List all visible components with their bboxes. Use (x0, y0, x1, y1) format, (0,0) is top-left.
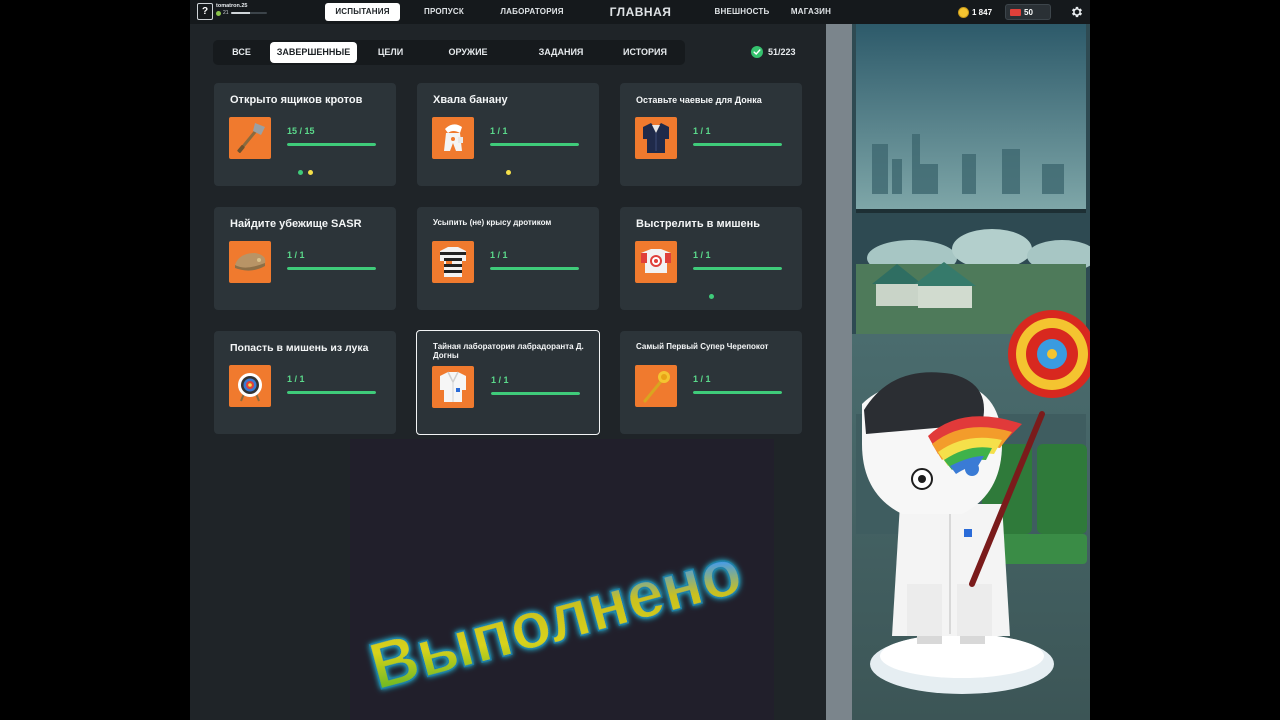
variant-dots (620, 294, 802, 299)
filter-tabs: ВСЕ ЗАВЕРШЕННЫЕ ЦЕЛИ ОРУЖИЕ ЗАДАНИЯ ИСТО… (213, 40, 685, 65)
tab-all[interactable]: ВСЕ (219, 42, 264, 63)
suit-icon (635, 117, 677, 159)
help-button[interactable]: ? (197, 3, 213, 20)
variant-dot[interactable] (297, 170, 303, 175)
challenge-card[interactable]: Усыпить (не) крысу дротиком 1 / 1 (417, 207, 599, 310)
username: tomatron.25 (216, 3, 248, 9)
card-progress-text: 15 / 15 (287, 126, 315, 136)
counter-text: 51/223 (768, 47, 796, 57)
ticket-balance[interactable]: 50 (1005, 4, 1051, 20)
nav-challenges[interactable]: ИСПЫТАНИЯ (325, 3, 400, 21)
card-progress-bar (693, 143, 782, 146)
character-scene-illustration (852, 24, 1090, 720)
nav-lab[interactable]: ЛАБОРАТОРИЯ (492, 3, 572, 21)
tab-tasks[interactable]: ЗАДАНИЯ (521, 42, 601, 63)
xp-bar (230, 12, 267, 14)
card-progress-text: 1 / 1 (490, 250, 508, 260)
card-title: Оставьте чаевые для Донка (636, 95, 762, 105)
variant-dot[interactable] (708, 294, 714, 299)
completed-text: Выполнено (362, 533, 749, 703)
character-preview (852, 24, 1090, 720)
card-progress-bar (287, 391, 376, 394)
variant-dot[interactable] (307, 170, 313, 175)
tab-history[interactable]: ИСТОРИЯ (609, 42, 681, 63)
completed-overlay: Выполнено (350, 439, 774, 720)
card-progress-bar (287, 267, 376, 270)
variant-dots (214, 170, 396, 175)
nav-pass[interactable]: ПРОПУСК (415, 3, 473, 21)
card-title: Выстрелить в мишень (636, 218, 761, 230)
completed-counter: 51/223 (751, 46, 796, 58)
nav-appearance[interactable]: ВНЕШНОСТЬ (708, 3, 776, 21)
tab-weapons[interactable]: ОРУЖИЕ (428, 42, 508, 63)
card-progress-bar (693, 391, 782, 394)
card-title: Попасть в мишень из лука (230, 342, 369, 354)
card-progress-bar (693, 267, 782, 270)
challenge-card-selected[interactable]: Тайная лаборатория лабрадоранта Д. Догны… (416, 330, 600, 435)
level-icon (216, 10, 221, 16)
banana-costume-icon (432, 117, 474, 159)
tab-completed[interactable]: ЗАВЕРШЕННЫЕ (270, 42, 357, 63)
game-screen: ? tomatron.25 21 ИСПЫТАНИЯ ПРОПУСК ЛАБОР… (190, 0, 1090, 720)
variant-dots (417, 170, 599, 175)
gear-icon[interactable] (1070, 5, 1084, 19)
card-progress-text: 1 / 1 (693, 374, 711, 384)
tab-goals[interactable]: ЦЕЛИ (363, 42, 418, 63)
card-progress-text: 1 / 1 (491, 375, 509, 385)
card-progress-bar (490, 267, 579, 270)
lab-coat-icon (432, 366, 474, 408)
card-progress-text: 1 / 1 (693, 126, 711, 136)
check-icon (751, 46, 763, 58)
challenge-card[interactable]: Открыто ящиков кротов 15 / 15 (214, 83, 396, 186)
top-bar: ? tomatron.25 21 ИСПЫТАНИЯ ПРОПУСК ЛАБОР… (190, 0, 1090, 24)
player-info[interactable]: tomatron.25 21 (216, 3, 267, 16)
card-progress-text: 1 / 1 (693, 250, 711, 260)
challenge-card[interactable]: Самый Первый Супер Черепокот 1 / 1 (620, 331, 802, 434)
target-shirt-icon (635, 241, 677, 283)
card-title: Усыпить (не) крысу дротиком (433, 218, 552, 227)
card-progress-bar (491, 392, 580, 395)
challenge-card[interactable]: Найдите убежище SASR 1 / 1 (214, 207, 396, 310)
card-title: Найдите убежище SASR (230, 218, 362, 230)
coin-amount: 1 847 (972, 7, 993, 17)
card-title: Хвала банану (433, 94, 508, 106)
card-title: Самый Первый Супер Черепокот (636, 342, 769, 351)
variant-dot[interactable] (505, 170, 511, 175)
nav-shop[interactable]: МАГАЗИН (787, 3, 835, 21)
golden-scepter-icon (635, 365, 677, 407)
card-progress-bar (287, 143, 376, 146)
archery-target-icon (229, 365, 271, 407)
prison-shirt-icon (432, 241, 474, 283)
level-number: 21 (223, 10, 229, 16)
card-progress-bar (490, 143, 579, 146)
coin-icon (958, 6, 969, 18)
challenge-card[interactable]: Оставьте чаевые для Донка 1 / 1 (620, 83, 802, 186)
card-progress-text: 1 / 1 (490, 126, 508, 136)
nav-main[interactable]: ГЛАВНАЯ (598, 3, 683, 21)
card-title: Открыто ящиков кротов (230, 94, 363, 106)
card-progress-text: 1 / 1 (287, 374, 305, 384)
ticket-icon (1010, 8, 1021, 16)
challenge-card[interactable]: Попасть в мишень из лука 1 / 1 (214, 331, 396, 434)
card-progress-text: 1 / 1 (287, 250, 305, 260)
card-title: Тайная лаборатория лабрадоранта Д. Догны (433, 342, 584, 360)
panel-divider (826, 24, 852, 720)
ticket-amount: 50 (1024, 7, 1033, 17)
beret-icon (229, 241, 271, 283)
challenges-panel: ВСЕ ЗАВЕРШЕННЫЕ ЦЕЛИ ОРУЖИЕ ЗАДАНИЯ ИСТО… (190, 24, 826, 720)
shovel-icon (229, 117, 271, 159)
coin-balance[interactable]: 1 847 (958, 4, 992, 20)
challenge-card[interactable]: Хвала банану 1 / 1 (417, 83, 599, 186)
completed-banner: Выполнено (361, 533, 750, 705)
challenge-card[interactable]: Выстрелить в мишень 1 / 1 (620, 207, 802, 310)
